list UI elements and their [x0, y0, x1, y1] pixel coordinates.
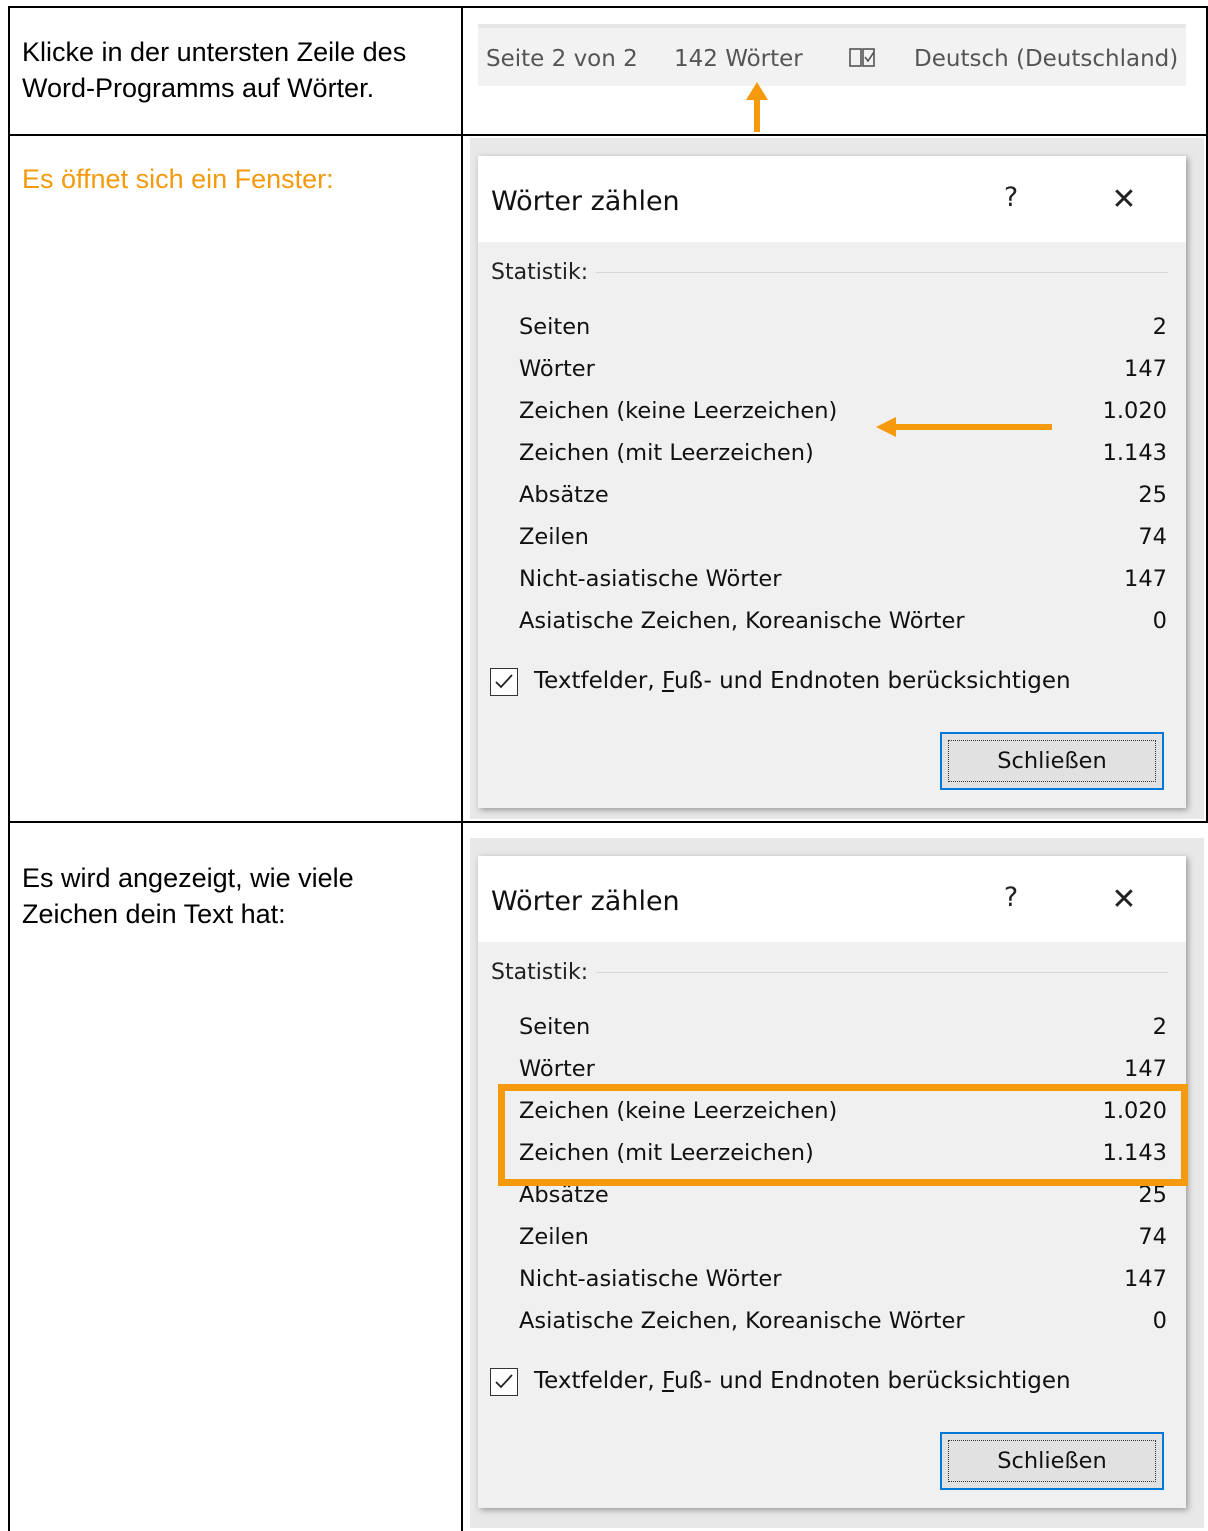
stat-value: 147 [1124, 566, 1167, 592]
dialog-title-bar: Wörter zählen ? ✕ [478, 156, 1186, 242]
close-button-label: Schließen [948, 1440, 1156, 1482]
stat-value: 74 [1138, 524, 1167, 550]
word-count-dialog: Wörter zählen ? ✕ Statistik: Seiten 2 Wö… [478, 156, 1186, 808]
stat-row-paragraphs: Absätze 25 [519, 1182, 1167, 1216]
instruction-step-1: Klicke in der untersten Zeile des Word-P… [22, 37, 407, 103]
stat-value: 147 [1124, 1266, 1167, 1292]
stat-row-lines: Zeilen 74 [519, 1224, 1167, 1258]
stat-label: Seiten [519, 314, 591, 340]
checkbox-box[interactable] [490, 1368, 518, 1396]
include-textboxes-checkbox[interactable]: Textfelder, Fuß- und Endnoten berücksich… [490, 1368, 1110, 1402]
stat-row-chars-no-spaces: Zeichen (keine Leerzeichen) 1.020 [519, 398, 1167, 432]
stat-label: Asiatische Zeichen, Koreanische Wörter [519, 608, 965, 634]
stat-value: 2 [1152, 1014, 1167, 1040]
arrow-left-icon [876, 417, 1052, 437]
include-textboxes-checkbox[interactable]: Textfelder, Fuß- und Endnoten berücksich… [490, 668, 1110, 702]
stat-row-chars-with-spaces: Zeichen (mit Leerzeichen) 1.143 [519, 440, 1167, 474]
statistics-label: Statistik: [491, 960, 589, 985]
table-border-middle [461, 6, 463, 1531]
book-check-icon[interactable] [848, 46, 880, 72]
table-border-row1 [8, 134, 1208, 136]
stat-value: 147 [1124, 356, 1167, 382]
stat-label: Wörter [519, 356, 595, 382]
close-button[interactable]: Schließen [940, 732, 1164, 790]
close-button-label: Schließen [948, 740, 1156, 782]
stat-value: 1.143 [1102, 440, 1167, 466]
stat-label: Nicht-asiatische Wörter [519, 1266, 782, 1292]
stat-row-lines: Zeilen 74 [519, 524, 1167, 558]
instruction-step-3: Es wird angezeigt, wie viele Zeichen dei… [22, 863, 354, 929]
help-button[interactable]: ? [996, 182, 1026, 218]
stat-row-non-asian-words: Nicht-asiatische Wörter 147 [519, 566, 1167, 600]
checkbox-label: Textfelder, Fuß- und Endnoten berücksich… [534, 1368, 1071, 1394]
close-button[interactable]: Schließen [940, 1432, 1164, 1490]
stat-row-non-asian-words: Nicht-asiatische Wörter 147 [519, 1266, 1167, 1300]
stat-label: Nicht-asiatische Wörter [519, 566, 782, 592]
stat-label: Zeilen [519, 524, 589, 550]
stat-row-pages: Seiten 2 [519, 314, 1167, 348]
stat-label: Zeichen (keine Leerzeichen) [519, 398, 838, 424]
instruction-step-2: Es öffnet sich ein Fenster: [22, 164, 334, 194]
table-border-row2 [8, 821, 1208, 823]
word-count-button[interactable]: 142 Wörter [674, 46, 803, 72]
instruction-table: Klicke in der untersten Zeile des Word-P… [0, 0, 1208, 1531]
dialog-title: Wörter zählen [491, 886, 680, 917]
stat-value: 147 [1124, 1056, 1167, 1082]
section-divider [596, 272, 1168, 273]
checkbox-label: Textfelder, Fuß- und Endnoten berücksich… [534, 668, 1071, 694]
stat-value: 0 [1152, 608, 1167, 634]
stat-value: 0 [1152, 1308, 1167, 1334]
section-divider [596, 972, 1168, 973]
stat-label: Zeichen (mit Leerzeichen) [519, 440, 814, 466]
stat-value: 1.020 [1102, 398, 1167, 424]
stat-label: Zeilen [519, 1224, 589, 1250]
stat-label: Absätze [519, 482, 609, 508]
stat-label: Asiatische Zeichen, Koreanische Wörter [519, 1308, 965, 1334]
table-border-left [8, 6, 10, 1531]
stat-value: 25 [1138, 482, 1167, 508]
close-icon[interactable]: ✕ [1104, 182, 1144, 222]
stat-label: Wörter [519, 1056, 595, 1082]
stat-value: 2 [1152, 314, 1167, 340]
page-info[interactable]: Seite 2 von 2 [486, 46, 638, 72]
stat-label: Seiten [519, 1014, 591, 1040]
character-count-highlight [498, 1084, 1188, 1186]
checkbox-box[interactable] [490, 668, 518, 696]
arrow-up-icon [746, 82, 768, 132]
stat-row-pages: Seiten 2 [519, 1014, 1167, 1048]
checkmark-icon [495, 1374, 513, 1389]
word-status-bar: Seite 2 von 2 142 Wörter Deutsch (Deutsc… [478, 24, 1186, 86]
checkmark-icon [495, 674, 513, 689]
close-icon[interactable]: ✕ [1104, 882, 1144, 922]
help-button[interactable]: ? [996, 882, 1026, 918]
stat-value: 74 [1138, 1224, 1167, 1250]
stat-row-paragraphs: Absätze 25 [519, 482, 1167, 516]
stat-row-asian-chars: Asiatische Zeichen, Koreanische Wörter 0 [519, 608, 1167, 642]
dialog-title-bar: Wörter zählen ? ✕ [478, 856, 1186, 942]
stat-row-asian-chars: Asiatische Zeichen, Koreanische Wörter 0 [519, 1308, 1167, 1342]
table-border-top [8, 6, 1208, 8]
statistics-label: Statistik: [491, 260, 589, 285]
language-indicator[interactable]: Deutsch (Deutschland) [914, 46, 1178, 72]
stat-row-words: Wörter 147 [519, 356, 1167, 390]
dialog-title: Wörter zählen [491, 186, 680, 217]
